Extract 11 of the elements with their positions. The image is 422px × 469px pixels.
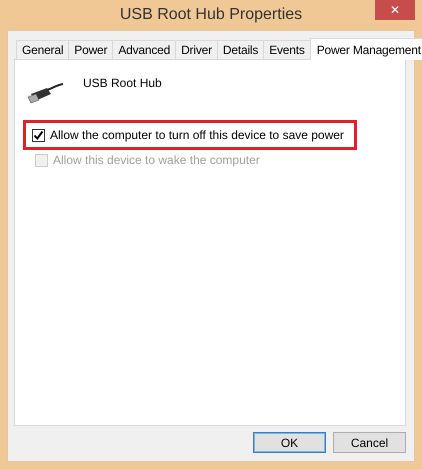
- tab[interactable]: Power Management: [310, 38, 422, 60]
- close-button[interactable]: ✕: [375, 0, 415, 20]
- usb-plug-icon: [27, 82, 65, 104]
- tab[interactable]: General: [16, 40, 70, 59]
- device-name: USB Root Hub: [83, 76, 162, 92]
- checkbox[interactable]: [32, 128, 45, 142]
- dialog-button[interactable]: Cancel: [333, 432, 406, 453]
- checkbox-label: Allow the computer to turn off this device to save power: [50, 128, 344, 142]
- checkbox-label: Allow this device to wake the computer: [53, 153, 260, 167]
- dialog-button[interactable]: OK: [253, 432, 326, 453]
- window-title: USB Root Hub Properties: [120, 6, 302, 24]
